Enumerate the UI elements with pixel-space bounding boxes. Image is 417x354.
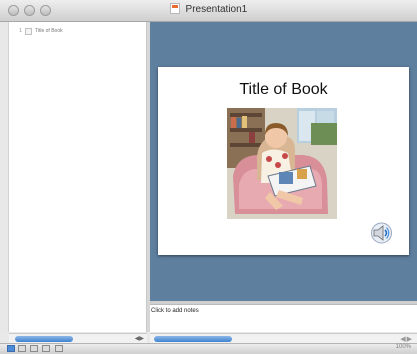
sidebar-item-label: Title of Book xyxy=(35,28,63,34)
sidebar-horizontal-scrollbar[interactable]: ◀▶ xyxy=(9,333,147,343)
status-bar: 100% xyxy=(0,343,417,354)
master-view-button[interactable] xyxy=(42,345,50,352)
sidebar-item-slide-1[interactable]: 1 Title of Book xyxy=(12,25,142,37)
notes-pane[interactable]: Click to add notes xyxy=(150,304,417,332)
sidebar-scroll-thumb[interactable] xyxy=(15,336,73,342)
slide-scroll-thumb[interactable] xyxy=(154,336,232,342)
speaker-icon[interactable] xyxy=(370,222,393,244)
slide-thumbnail-panel[interactable]: 1 Title of Book xyxy=(9,22,147,332)
slide-editor-area[interactable]: Title of Book xyxy=(150,22,417,301)
scroll-arrows-icon[interactable]: ◀▶ xyxy=(135,335,144,342)
slide-horizontal-scrollbar[interactable]: ◀▶ xyxy=(150,333,417,343)
zoom-level[interactable]: 100% xyxy=(396,344,411,350)
notes-placeholder[interactable]: Click to add notes xyxy=(151,308,199,314)
window-title-wrap: Presentation1 xyxy=(0,3,417,15)
scroll-arrows-icon[interactable]: ◀▶ xyxy=(400,335,413,343)
slide-photo[interactable] xyxy=(227,108,337,219)
slide-sorter-view-button[interactable] xyxy=(18,345,26,352)
slide-number: 1 xyxy=(19,28,22,34)
notes-view-button[interactable] xyxy=(30,345,38,352)
left-edge-strip xyxy=(0,22,9,332)
window-titlebar: Presentation1 xyxy=(0,0,417,22)
slideshow-view-button[interactable] xyxy=(55,345,63,352)
normal-view-button[interactable] xyxy=(7,345,15,352)
window-title: Presentation1 xyxy=(185,4,248,15)
slide-thumbnail-icon xyxy=(25,27,32,35)
presentation-file-icon xyxy=(169,3,180,14)
slide-canvas[interactable]: Title of Book xyxy=(158,67,409,255)
slide-title[interactable]: Title of Book xyxy=(158,81,409,99)
